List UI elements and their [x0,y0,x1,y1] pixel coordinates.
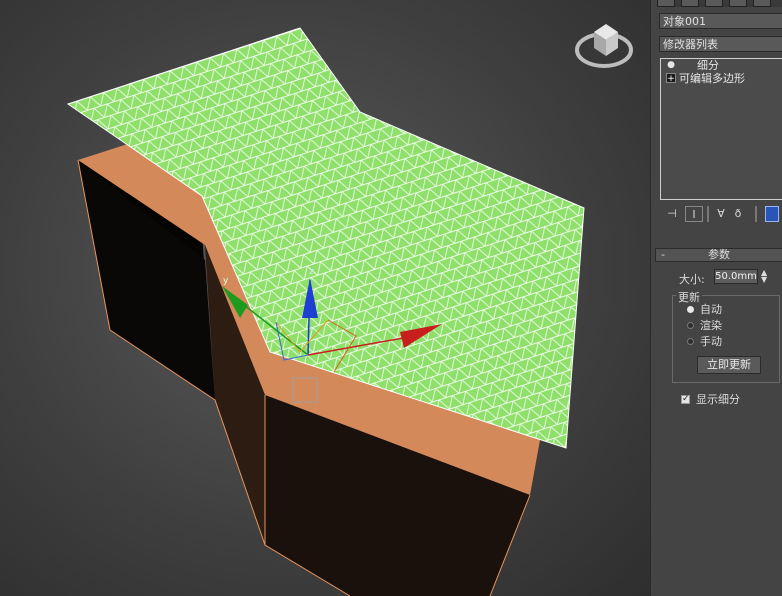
configure-sets-icon[interactable] [765,206,779,222]
pin-stack-icon[interactable]: ⊣ [665,206,679,222]
stack-item-subdivide[interactable]: ● 细分 [661,59,782,72]
make-unique-icon[interactable]: ∀ [713,206,729,222]
stack-item-label: 细分 [697,59,719,72]
show-end-result-icon[interactable]: I [685,206,703,222]
y-axis-label: y [223,276,229,286]
checkbox-icon[interactable]: ✓ [681,395,690,404]
display-tab-icon[interactable] [753,0,771,7]
perspective-viewport[interactable]: z y [0,0,650,596]
stack-item-label: 可编辑多边形 [679,72,745,85]
update-group: 更新 自动 渲染 手动 立即更新 [672,289,780,383]
radio-dot-icon[interactable] [687,306,694,313]
motion-tab-icon[interactable] [729,0,747,7]
stack-item-editable-poly[interactable]: + 可编辑多边形 [661,72,782,85]
size-label: 大小: [679,273,705,286]
modify-tab-icon[interactable] [681,0,699,7]
viewcube[interactable] [572,12,636,70]
parameters-rollout: - 参数 大小: 50.0mm ▲ ▼ 更新 自动 渲染 手动 立即更新 ✓ 显示… [655,238,782,418]
lightbulb-icon[interactable]: ● [666,60,676,70]
command-panel-tabs [657,0,782,7]
parameters-rollout-title[interactable]: - 参数 [655,248,782,262]
z-axis-label: z [309,267,314,277]
update-group-title: 更新 [676,289,702,305]
object-name-field[interactable]: 对象001 [659,13,782,29]
modifier-list-dropdown[interactable]: 修改器列表 [659,36,782,52]
stack-toolbar: ⊣ I ∀ ð [665,206,782,224]
collapse-icon[interactable]: - [661,249,665,261]
remove-modifier-icon[interactable]: ð [731,206,745,222]
command-panel: 对象001 修改器列表 ● 细分 + 可编辑多边形 ⊣ I ∀ ð - 参数 大… [650,0,782,596]
size-input[interactable]: 50.0mm [714,269,758,284]
update-now-button[interactable]: 立即更新 [697,356,761,374]
modifier-stack[interactable]: ● 细分 + 可编辑多边形 [660,58,782,200]
size-spinner-arrows-icon[interactable]: ▲ ▼ [761,269,769,284]
radio-dot-icon[interactable] [687,322,694,329]
radio-dot-icon[interactable] [687,338,694,345]
hierarchy-tab-icon[interactable] [705,0,723,7]
scene-canvas[interactable]: z y [0,0,650,596]
create-tab-icon[interactable] [657,0,675,7]
expand-plus-icon[interactable]: + [666,73,676,84]
